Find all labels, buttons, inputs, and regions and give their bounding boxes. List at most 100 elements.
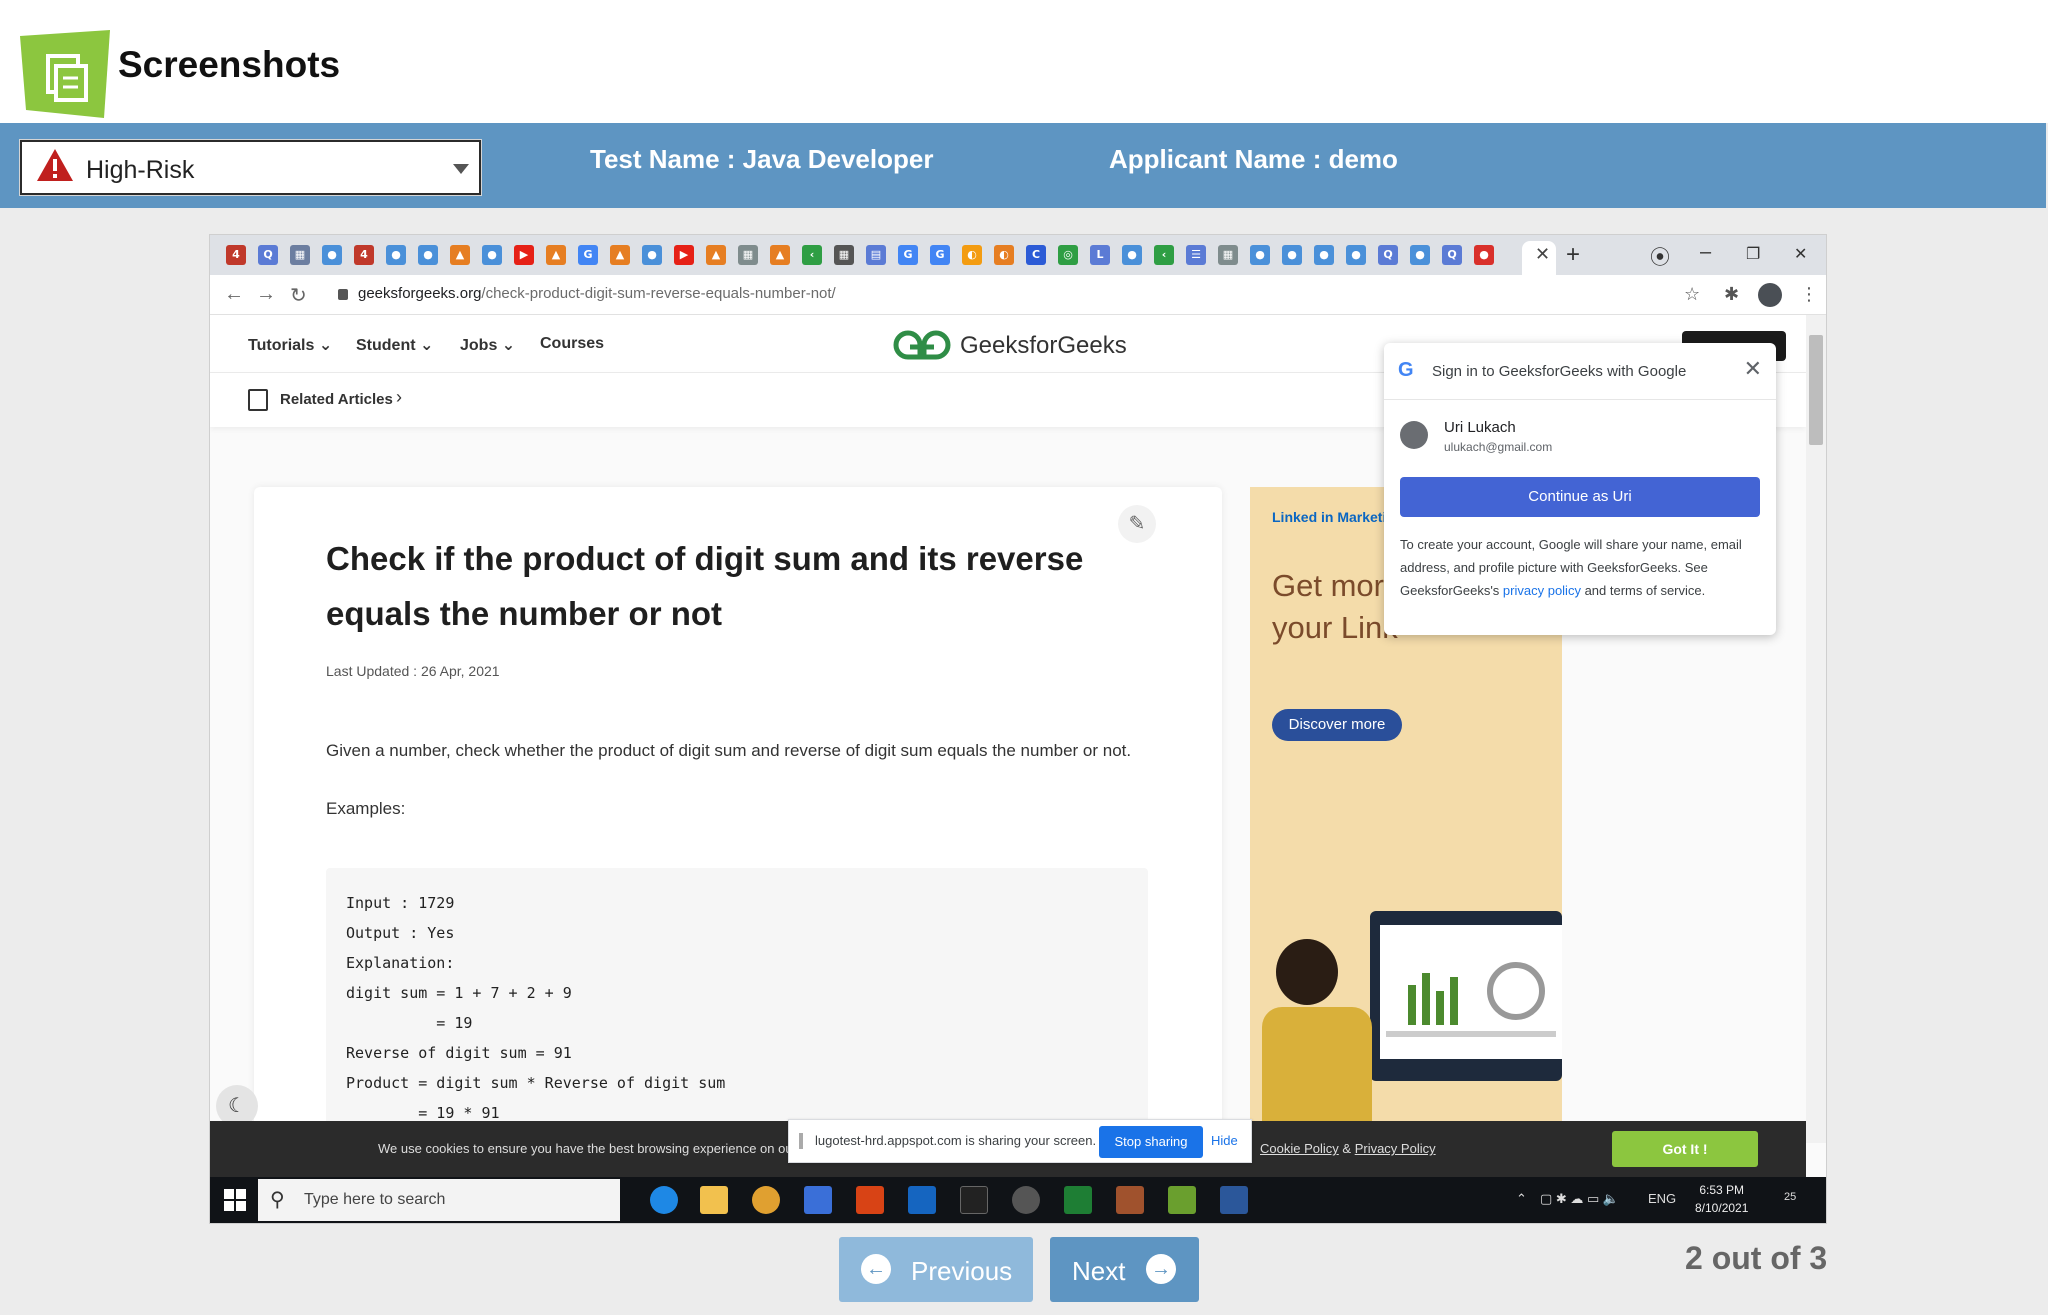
tab-favicon-icon: ▲ xyxy=(450,245,470,265)
previous-button[interactable]: ← Previous xyxy=(839,1237,1033,1302)
stop-sharing-button: Stop sharing xyxy=(1099,1126,1203,1158)
url-host: geeksforgeeks.org xyxy=(358,285,482,302)
notepad-icon xyxy=(1168,1186,1196,1214)
last-updated: Last Updated : 26 Apr, 2021 xyxy=(326,663,500,679)
cookie-accept-button: Got It ! xyxy=(1612,1131,1758,1167)
taskbar-search: ⚲ Type here to search xyxy=(258,1179,620,1221)
excel-icon xyxy=(1064,1186,1092,1214)
chrome-icon xyxy=(752,1186,780,1214)
tray-icons: ▢ ✱ ☁ ▭ 🔈 xyxy=(1540,1191,1620,1206)
google-icon: G xyxy=(1398,359,1414,381)
tab-favicon-icon: ▦ xyxy=(834,245,854,265)
star-icon: ☆ xyxy=(1684,284,1701,304)
consent-text: To create your account, Google will shar… xyxy=(1400,537,1742,598)
tab-favicon-icon: ◐ xyxy=(962,245,982,265)
popup-title: Sign in to GeeksforGeeks with Google xyxy=(1432,363,1687,380)
next-button[interactable]: Next → xyxy=(1050,1237,1199,1302)
terminal-icon xyxy=(960,1186,988,1214)
media-icon: ⦿ xyxy=(1650,247,1670,269)
app-title: Screenshots xyxy=(118,44,341,85)
settings-icon xyxy=(1012,1186,1040,1214)
risk-level-value: High-Risk xyxy=(86,156,195,184)
popup-close-icon: ✕ xyxy=(1743,356,1762,381)
tab-favicon-icon: ● xyxy=(322,245,342,265)
page-scrollbar-thumb xyxy=(1809,335,1823,445)
word-icon xyxy=(1220,1186,1248,1214)
cookie-links: Cookie Policy & Privacy Policy xyxy=(1260,1141,1436,1156)
tab-favicon-icon: ☰ xyxy=(1186,245,1206,265)
code-line: digit sum = 1 + 7 + 2 + 9 xyxy=(346,984,572,1002)
tab-favicon-icon: ● xyxy=(1250,245,1270,265)
back-icon: ← xyxy=(224,283,244,305)
user-name: Uri Lukach xyxy=(1444,419,1516,436)
nav-student: Student ⌄ xyxy=(356,337,434,354)
arrow-left-icon: ← xyxy=(861,1254,891,1284)
outlook-icon xyxy=(908,1186,936,1214)
address-bar: ← → ↻ geeksforgeeks.org/check-product-di… xyxy=(210,275,1826,315)
tab-favicon-icon: 4 xyxy=(226,245,246,265)
clock: 6:53 PM 8/10/2021 xyxy=(1695,1183,1749,1215)
tab-favicon-icon: ▲ xyxy=(546,245,566,265)
tab-favicon-icon: ‹ xyxy=(1154,245,1174,265)
lock-icon xyxy=(338,289,348,300)
tab-favicon-icon: ● xyxy=(1282,245,1302,265)
risk-level-select[interactable]: High-Risk xyxy=(20,140,481,195)
tab-close-icon: ✕ xyxy=(1535,244,1551,264)
windows-start-icon xyxy=(224,1189,246,1211)
screenshots-logo-icon xyxy=(20,30,110,118)
previous-label: Previous xyxy=(911,1256,1013,1286)
tab-favicon-icon: ‹ xyxy=(802,245,822,265)
tab-favicon-icon: ▦ xyxy=(1218,245,1238,265)
tab-favicon-icon: ● xyxy=(1314,245,1334,265)
nav-jobs: Jobs ⌄ xyxy=(460,337,516,354)
app-header: Screenshots xyxy=(0,0,2048,123)
share-text: lugotest-hrd.appspot.com is sharing your… xyxy=(815,1133,1097,1148)
tab-favicon-icon: ▤ xyxy=(866,245,886,265)
tab-favicon-icon: ● xyxy=(1410,245,1430,265)
tab-favicon-icon: ● xyxy=(482,245,502,265)
tab-favicon-icon: ▶ xyxy=(674,245,694,265)
edge-icon xyxy=(650,1186,678,1214)
code-line: Explanation: xyxy=(346,954,455,972)
bar-chart-illustration xyxy=(1386,962,1556,1037)
tab-favicon-icon: C xyxy=(1026,245,1046,265)
code-line: = 19 xyxy=(346,1014,473,1032)
user-email: ulukach@gmail.com xyxy=(1444,440,1553,454)
tab-favicon-icon: ▶ xyxy=(514,245,534,265)
cookie-text: We use cookies to ensure you have the be… xyxy=(378,1141,797,1156)
code-example: Input : 1729 Output : Yes Explanation: d… xyxy=(326,868,1148,1128)
nav-courses: Courses xyxy=(540,335,605,352)
extensions-icon: ✱ xyxy=(1724,284,1740,304)
screen-share-bar: lugotest-hrd.appspot.com is sharing your… xyxy=(788,1119,1252,1163)
gfg-logo-icon xyxy=(893,330,951,360)
tab-favicon-icon: G xyxy=(898,245,918,265)
notifications-icon: 25 xyxy=(1784,1191,1797,1203)
article-description: Given a number, check whether the produc… xyxy=(326,741,1132,760)
related-articles-label: Related Articles xyxy=(280,391,393,408)
nav-tutorials: Tutorials ⌄ xyxy=(248,337,333,354)
divider xyxy=(1384,399,1776,400)
applicant-name: Applicant Name : demo xyxy=(1109,144,1398,174)
google-signin-popup: G Sign in to GeeksforGeeks with Google ✕… xyxy=(1384,343,1776,635)
monitor-screen-illustration xyxy=(1380,925,1562,1059)
test-name: Test Name : Java Developer xyxy=(590,144,934,174)
person-illustration xyxy=(1262,1007,1372,1127)
tab-favicon-icon: ● xyxy=(1346,245,1366,265)
tab-favicon-icon: ● xyxy=(642,245,662,265)
window-close-icon: ✕ xyxy=(1794,246,1808,263)
tab-favicon-icon: ▲ xyxy=(610,245,630,265)
tab-favicon-icon: ● xyxy=(1122,245,1142,265)
record-icon: ● xyxy=(1474,245,1494,265)
forward-icon: → xyxy=(256,283,276,305)
tab-favicon-icon: ▲ xyxy=(706,245,726,265)
screenshot-image: 4 Q ▦ ● 4 ● ● ▲ ● ▶ ▲ G ▲ ● ▶ ▲ ▦ ▲ ‹ ▦ … xyxy=(210,235,1826,1223)
office-icon xyxy=(856,1186,884,1214)
tab-favicon-icon: G xyxy=(930,245,950,265)
tab-favicon-icon: ◎ xyxy=(1058,245,1078,265)
new-tab-icon: + xyxy=(1566,241,1581,268)
caret-down-icon xyxy=(453,164,469,174)
language-indicator: ENG xyxy=(1648,1191,1677,1206)
tab-favicon-icon: ● xyxy=(418,245,438,265)
tab-favicon-icon: G xyxy=(578,245,598,265)
ad-brand: Linked in Marketi xyxy=(1272,509,1387,525)
